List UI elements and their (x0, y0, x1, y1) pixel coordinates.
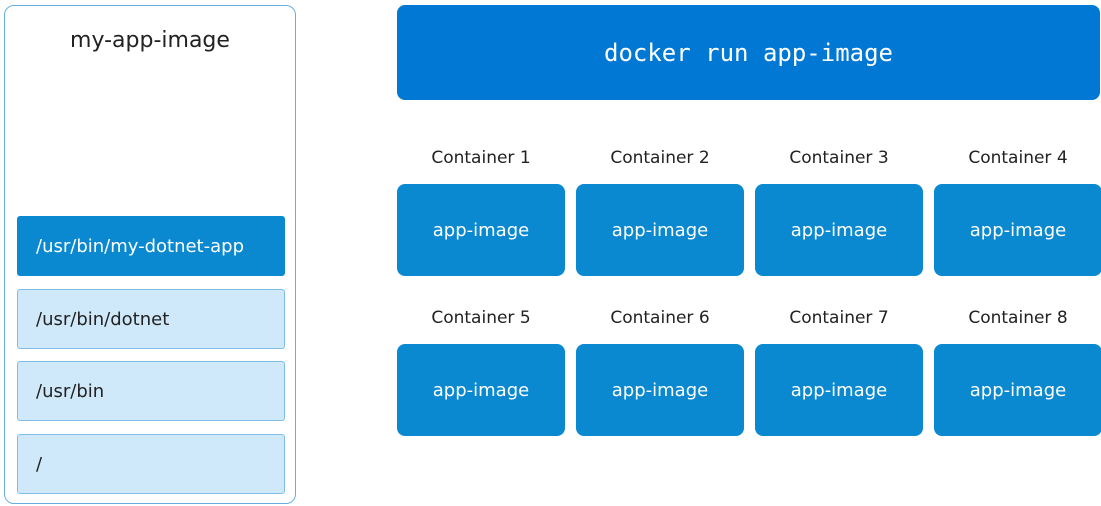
container-box: app-image (576, 344, 744, 436)
container-label: Container 6 (610, 308, 710, 328)
container-label: Container 3 (789, 148, 889, 168)
layer-root: / (17, 434, 285, 494)
image-layers-panel: my-app-image /usr/bin/my-dotnet-app /usr… (4, 5, 296, 504)
layer-app: /usr/bin/my-dotnet-app (17, 216, 285, 276)
container-box: app-image (576, 184, 744, 276)
container-box: app-image (934, 184, 1101, 276)
container-box: app-image (397, 344, 565, 436)
container-label: Container 7 (789, 308, 889, 328)
container-box: app-image (755, 344, 923, 436)
docker-run-banner: docker run app-image (397, 5, 1100, 100)
container-label: Container 1 (431, 148, 531, 168)
container-label: Container 5 (431, 308, 531, 328)
container-label: Container 4 (968, 148, 1068, 168)
container-box: app-image (934, 344, 1101, 436)
layer-dotnet: /usr/bin/dotnet (17, 289, 285, 349)
container-box: app-image (397, 184, 565, 276)
container-label: Container 2 (610, 148, 710, 168)
container-label: Container 8 (968, 308, 1068, 328)
layer-usr-bin: /usr/bin (17, 361, 285, 421)
container-box: app-image (755, 184, 923, 276)
image-title: my-app-image (70, 28, 230, 53)
